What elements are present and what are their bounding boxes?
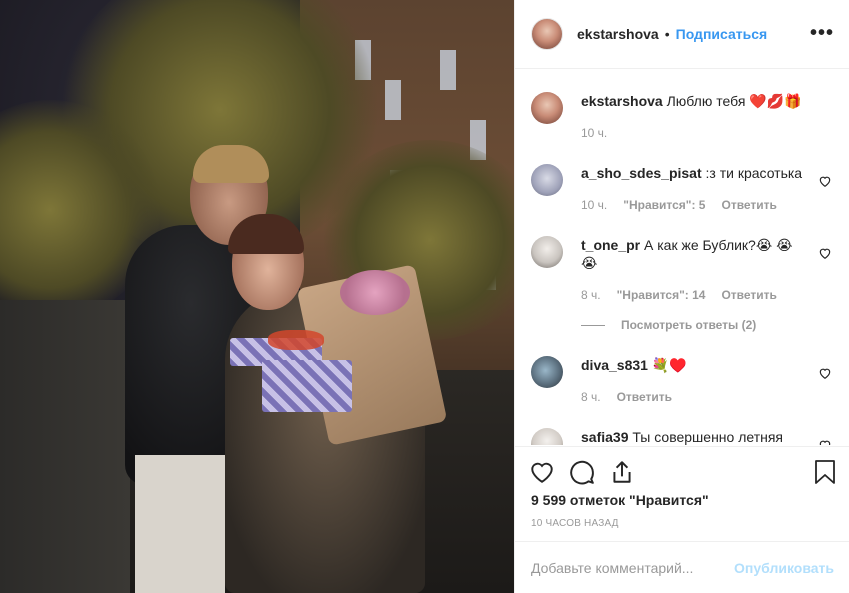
follow-button[interactable]: Подписаться <box>676 26 768 42</box>
view-replies-label[interactable]: Посмотреть ответы (2) <box>621 316 756 334</box>
post-actions <box>515 446 849 496</box>
comment-avatar[interactable] <box>531 356 563 388</box>
bookmark-icon[interactable] <box>814 459 836 485</box>
comment-text: Люблю тебя ❤️💋🎁 <box>666 93 802 109</box>
comment-username[interactable]: safia39 <box>581 429 628 445</box>
more-options-icon[interactable]: ••• <box>810 22 834 45</box>
reply-button[interactable]: Ответить <box>721 286 776 304</box>
separator-dot: • <box>664 26 670 42</box>
comment-time[interactable]: 10 ч. <box>581 196 607 214</box>
reply-button[interactable]: Ответить <box>617 388 672 406</box>
comment-avatar[interactable] <box>531 428 563 445</box>
comment-item: a_sho_sdes_pisat :з ти красотька 10 ч. "… <box>531 142 834 214</box>
author-username[interactable]: ekstarshova <box>577 26 659 42</box>
comment-time[interactable]: 8 ч. <box>581 388 601 406</box>
add-comment-bar: Добавьте комментарий... Опубликовать <box>515 541 849 593</box>
comment-username[interactable]: t_one_pr <box>581 237 640 253</box>
post-sidebar: ekstarshova • Подписаться ••• ekstarshov… <box>514 0 849 593</box>
small-heart-icon[interactable] <box>818 438 832 445</box>
comment-text: 💐♥️ <box>651 357 687 373</box>
small-heart-icon[interactable] <box>818 366 832 380</box>
comment-username[interactable]: diva_s831 <box>581 357 648 373</box>
comment-item: diva_s831 💐♥️ 8 ч. Ответить <box>531 334 834 406</box>
post-header: ekstarshova • Подписаться ••• <box>515 0 849 69</box>
view-replies-button[interactable]: Посмотреть ответы (2) <box>581 316 809 334</box>
comment-likes[interactable]: "Нравится": 5 <box>623 196 705 214</box>
comment-item: t_one_pr А как же Бублик?😭 😭 😭 8 ч. "Нра… <box>531 214 834 334</box>
comment-avatar[interactable] <box>531 236 563 268</box>
comment-time[interactable]: 8 ч. <box>581 286 601 304</box>
share-icon[interactable] <box>609 459 635 485</box>
reply-button[interactable]: Ответить <box>721 196 776 214</box>
comment-time[interactable]: 10 ч. <box>581 124 607 142</box>
comment-caption: ekstarshova Люблю тебя ❤️💋🎁 10 ч. <box>531 70 834 142</box>
post-timestamp[interactable]: 10 ЧАСОВ НАЗАД <box>531 518 619 529</box>
comment-avatar[interactable] <box>531 164 563 196</box>
comment-input[interactable]: Добавьте комментарий... <box>531 560 734 576</box>
publish-button[interactable]: Опубликовать <box>734 560 834 576</box>
comment-item: safia39 Ты совершенно летняя хоть ? <box>531 406 834 445</box>
likes-count[interactable]: 9 599 отметок "Нравится" <box>531 492 709 508</box>
comment-username[interactable]: a_sho_sdes_pisat <box>581 165 702 181</box>
comment-icon[interactable] <box>569 459 595 485</box>
small-heart-icon[interactable] <box>818 246 832 260</box>
small-heart-icon[interactable] <box>818 174 832 188</box>
post-photo[interactable] <box>0 0 514 593</box>
heart-icon[interactable] <box>529 459 555 485</box>
comment-avatar[interactable] <box>531 92 563 124</box>
author-avatar[interactable] <box>531 18 563 50</box>
comments-list[interactable]: ekstarshova Люблю тебя ❤️💋🎁 10 ч. a_sho_… <box>515 70 849 445</box>
comment-likes[interactable]: "Нравится": 14 <box>617 286 706 304</box>
comment-username[interactable]: ekstarshova <box>581 93 663 109</box>
comment-text: :з ти красотька <box>705 165 803 181</box>
instagram-post: ekstarshova • Подписаться ••• ekstarshov… <box>0 0 849 593</box>
replies-line <box>581 324 605 326</box>
